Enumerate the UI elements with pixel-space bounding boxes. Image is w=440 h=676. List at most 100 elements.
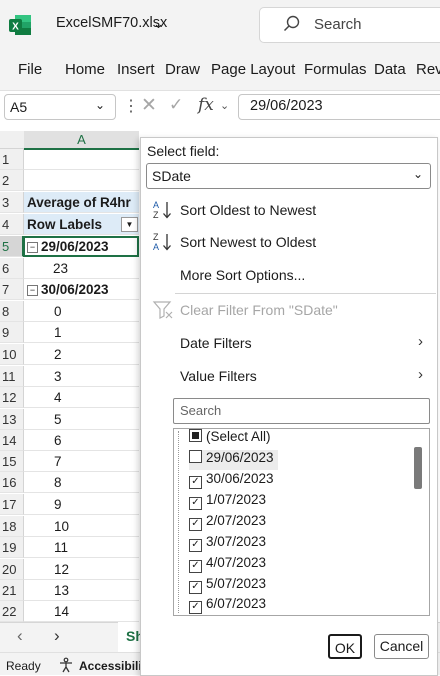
- list-item-label: 2/07/2023: [206, 513, 267, 528]
- pivot-group-row[interactable]: −30/06/2023: [24, 279, 139, 300]
- chevron-right-icon[interactable]: ›: [54, 626, 60, 646]
- chevron-left-icon[interactable]: ‹: [17, 626, 23, 646]
- tab-insert[interactable]: Insert: [117, 61, 155, 78]
- row-header[interactable]: 18: [0, 516, 24, 537]
- row-header[interactable]: 8: [0, 301, 24, 322]
- search-icon: [283, 15, 301, 33]
- checkbox-checked[interactable]: ✓: [189, 518, 202, 531]
- select-all-item[interactable]: (Select All): [189, 429, 271, 449]
- row-header[interactable]: 11: [0, 366, 24, 387]
- row-header[interactable]: 17: [0, 494, 24, 515]
- tab-review[interactable]: Revi: [416, 61, 440, 78]
- accessibility-status[interactable]: Accessibili: [79, 659, 142, 673]
- filter-dropdown-icon[interactable]: ▼: [121, 217, 138, 232]
- row-header[interactable]: 9: [0, 322, 24, 343]
- row-header[interactable]: 4: [0, 214, 24, 235]
- row-header[interactable]: 1: [0, 149, 24, 170]
- value-filters-label: Value Filters: [180, 368, 257, 384]
- row-header[interactable]: 20: [0, 559, 24, 580]
- checkbox-unchecked[interactable]: [189, 450, 202, 463]
- list-item[interactable]: ✓ 1/07/2023: [189, 492, 266, 512]
- row-header-selected[interactable]: 5: [0, 236, 24, 257]
- pivot-item-row[interactable]: 4: [24, 387, 139, 408]
- pivot-item-row[interactable]: 6: [24, 430, 139, 451]
- checkbox-checked[interactable]: ✓: [189, 497, 202, 510]
- accessibility-icon[interactable]: [58, 657, 74, 673]
- pivot-item-row[interactable]: 3: [24, 366, 139, 387]
- list-item[interactable]: 29/06/2023: [189, 450, 278, 470]
- pivot-item-row[interactable]: 0: [24, 301, 139, 322]
- list-item[interactable]: ✓ 6/07/2023: [189, 596, 266, 616]
- tab-home[interactable]: Home: [65, 61, 105, 78]
- row-header[interactable]: 2: [0, 170, 24, 191]
- pivot-item-row[interactable]: 2: [24, 344, 139, 365]
- list-item[interactable]: ✓ 3/07/2023: [189, 534, 266, 554]
- list-item-label: 3/07/2023: [206, 534, 267, 549]
- tab-file[interactable]: File: [18, 61, 42, 78]
- sort-ascending-icon: AZ: [152, 199, 174, 221]
- select-all-corner[interactable]: [0, 131, 25, 149]
- row-header[interactable]: 13: [0, 409, 24, 430]
- row-header[interactable]: 21: [0, 580, 24, 601]
- more-options-icon[interactable]: ⋮: [123, 96, 139, 116]
- svg-text:Z: Z: [153, 210, 159, 220]
- row-header[interactable]: 14: [0, 430, 24, 451]
- file-name[interactable]: ExcelSMF70.xlsx: [56, 15, 167, 31]
- cell-a2[interactable]: [24, 170, 139, 191]
- list-item[interactable]: ✓ 30/06/2023: [189, 471, 274, 491]
- excel-app-icon: X: [8, 13, 32, 37]
- row-header[interactable]: 22: [0, 601, 24, 622]
- pivot-item-row[interactable]: 7: [24, 451, 139, 472]
- sort-newest-label: Sort Newest to Oldest: [180, 234, 317, 250]
- checkbox-checked[interactable]: ✓: [189, 539, 202, 552]
- chevron-down-icon[interactable]: ⌄: [153, 16, 164, 32]
- row-header[interactable]: 3: [0, 192, 24, 213]
- list-scrollbar[interactable]: [414, 447, 422, 489]
- clear-filter-label: Clear Filter From "SDate": [180, 302, 338, 318]
- checkbox-checked[interactable]: ✓: [189, 560, 202, 573]
- cell-a1[interactable]: [24, 149, 139, 170]
- pivot-item-row[interactable]: 23: [24, 258, 139, 279]
- list-item[interactable]: ✓ 2/07/2023: [189, 513, 266, 533]
- tab-draw[interactable]: Draw: [165, 61, 200, 78]
- insert-function-button[interactable]: fx: [198, 95, 214, 115]
- pivot-item-row[interactable]: 11: [24, 537, 139, 558]
- pivot-item-row[interactable]: 5: [24, 409, 139, 430]
- collapse-icon[interactable]: −: [27, 284, 38, 296]
- row-header[interactable]: 7: [0, 279, 24, 300]
- column-header-a[interactable]: A: [24, 131, 139, 150]
- pivot-item-row[interactable]: 13: [24, 580, 139, 601]
- row-header[interactable]: 12: [0, 387, 24, 408]
- pivot-value-header[interactable]: Average of R4hr: [24, 192, 139, 213]
- checkbox-partial[interactable]: [189, 429, 202, 442]
- list-item-label: 4/07/2023: [206, 555, 267, 570]
- cancel-entry-icon[interactable]: ✕: [141, 94, 157, 117]
- chevron-down-icon[interactable]: ⌄: [95, 98, 105, 112]
- row-header[interactable]: 6: [0, 258, 24, 279]
- checkbox-checked[interactable]: ✓: [189, 581, 202, 594]
- list-item-label: 1/07/2023: [206, 492, 267, 507]
- pivot-item-row[interactable]: 12: [24, 559, 139, 580]
- row-header[interactable]: 16: [0, 472, 24, 493]
- pivot-item-row[interactable]: 10: [24, 516, 139, 537]
- row-header[interactable]: 10: [0, 344, 24, 365]
- list-item[interactable]: ✓ 5/07/2023: [189, 576, 266, 596]
- confirm-entry-icon[interactable]: ✓: [169, 95, 183, 115]
- list-item[interactable]: ✓ 4/07/2023: [189, 555, 266, 575]
- pivot-item-row[interactable]: 1: [24, 322, 139, 343]
- row-header[interactable]: 19: [0, 537, 24, 558]
- checkbox-checked[interactable]: ✓: [189, 476, 202, 489]
- chevron-down-icon[interactable]: ⌄: [220, 99, 229, 112]
- pivot-item-row[interactable]: 8: [24, 472, 139, 493]
- row-header[interactable]: 15: [0, 451, 24, 472]
- sort-oldest-label: Sort Oldest to Newest: [180, 202, 317, 218]
- chevron-down-icon[interactable]: ⌄: [413, 167, 423, 181]
- tab-data[interactable]: Data: [374, 61, 406, 78]
- checkbox-checked[interactable]: ✓: [189, 601, 202, 614]
- pivot-item-row[interactable]: 14: [24, 601, 139, 622]
- ok-button[interactable]: OK: [328, 634, 362, 659]
- tab-formulas[interactable]: Formulas: [304, 61, 367, 78]
- pivot-item-row[interactable]: 9: [24, 494, 139, 515]
- cancel-button[interactable]: Cancel: [374, 634, 429, 659]
- tab-page-layout[interactable]: Page Layout: [211, 61, 295, 78]
